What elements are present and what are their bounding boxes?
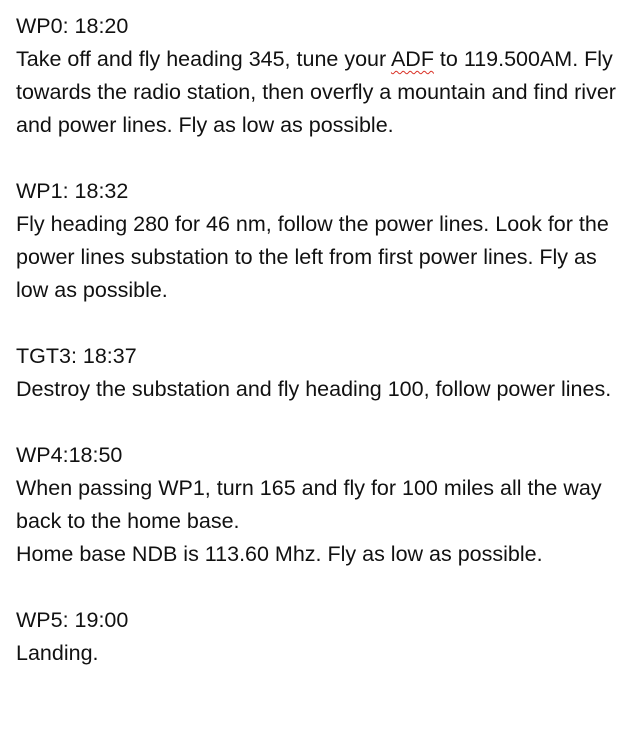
waypoint-heading: WP5: 19:00 xyxy=(16,608,129,632)
waypoint-instructions: Fly heading 280 for 46 nm, follow the po… xyxy=(16,212,609,302)
waypoint-section-wp1: WP1: 18:32 Fly heading 280 for 46 nm, fo… xyxy=(16,175,632,307)
waypoint-heading: WP1: 18:32 xyxy=(16,179,129,203)
document-body[interactable]: WP0: 18:20 Take off and fly heading 345,… xyxy=(16,10,632,670)
waypoint-section-wp4: WP4:18:50 When passing WP1, turn 165 and… xyxy=(16,439,632,571)
waypoint-heading: TGT3: 18:37 xyxy=(16,344,137,368)
waypoint-heading: WP4:18:50 xyxy=(16,443,123,467)
waypoint-instructions: Home base NDB is 113.60 Mhz. Fly as low … xyxy=(16,542,543,566)
spellcheck-flagged-word[interactable]: ADF xyxy=(391,47,434,71)
waypoint-instructions: Destroy the substation and fly heading 1… xyxy=(16,377,612,401)
waypoint-section-tgt3: TGT3: 18:37 Destroy the substation and f… xyxy=(16,340,632,406)
waypoint-instructions: When passing WP1, turn 165 and fly for 1… xyxy=(16,476,602,533)
waypoint-instructions: Take off and fly heading 345, tune your … xyxy=(16,43,632,142)
waypoint-section-wp5: WP5: 19:00 Landing. xyxy=(16,604,632,670)
waypoint-instructions: Landing. xyxy=(16,641,99,665)
text-run: Take off and fly heading 345, tune your xyxy=(16,47,391,71)
waypoint-section-wp0: WP0: 18:20 Take off and fly heading 345,… xyxy=(16,10,632,142)
waypoint-heading: WP0: 18:20 xyxy=(16,14,129,38)
